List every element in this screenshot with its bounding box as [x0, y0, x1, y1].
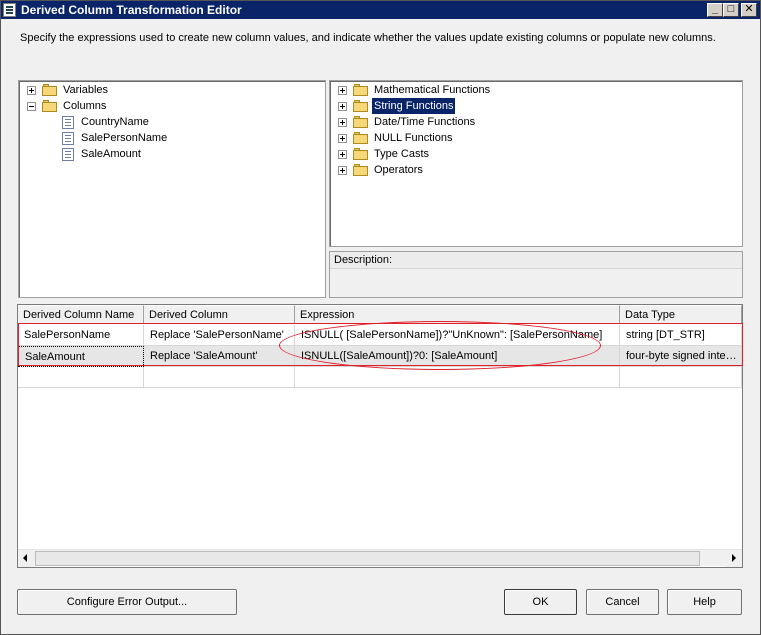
functions-tree[interactable]: Mathematical Functions String Functions …: [329, 80, 743, 247]
cell-expression[interactable]: ISNULL( [SalePersonName])?"UnKnown": [Sa…: [295, 325, 620, 346]
cell-derived-column[interactable]: [144, 367, 295, 388]
folder-icon: [353, 132, 369, 144]
folder-icon: [353, 84, 369, 96]
column-icon: [62, 132, 74, 145]
cell-derived-column-name[interactable]: SalePersonName: [18, 325, 144, 346]
folder-icon: [353, 116, 369, 128]
table-row[interactable]: SaleAmount Replace 'SaleAmount' ISNULL([…: [18, 346, 742, 367]
expand-icon[interactable]: [338, 102, 347, 111]
column-header-derived-column-name[interactable]: Derived Column Name: [18, 305, 144, 324]
cell-derived-column-name[interactable]: SaleAmount: [18, 346, 144, 367]
tree-item-label: Date/Time Functions: [374, 116, 476, 128]
expand-icon[interactable]: [338, 134, 347, 143]
configure-error-output-button[interactable]: Configure Error Output...: [17, 589, 237, 615]
scroll-thumb[interactable]: [35, 551, 700, 566]
grid-header: Derived Column Name Derived Column Expre…: [18, 305, 742, 324]
derived-columns-grid[interactable]: Derived Column Name Derived Column Expre…: [17, 304, 743, 568]
expand-icon[interactable]: [338, 118, 347, 127]
column-header-derived-column[interactable]: Derived Column: [144, 305, 295, 324]
cell-derived-column[interactable]: Replace 'SalePersonName': [144, 325, 295, 346]
cell-data-type[interactable]: [620, 367, 742, 388]
folder-icon: [353, 148, 369, 160]
expand-icon[interactable]: [27, 86, 36, 95]
cell-data-type[interactable]: four-byte signed integer [DT_I4]: [620, 346, 742, 367]
horizontal-scrollbar[interactable]: [18, 549, 742, 567]
table-row-new[interactable]: [18, 367, 742, 388]
tree-item-label: SalePersonName: [81, 132, 168, 144]
cell-expression[interactable]: ISNULL([SaleAmount])?0: [SaleAmount]: [295, 346, 620, 367]
instructions-text: Specify the expressions used to create n…: [20, 32, 716, 44]
column-icon: [62, 148, 74, 161]
folder-icon: [42, 100, 58, 112]
description-label: Description:: [330, 252, 742, 269]
cell-expression[interactable]: [295, 367, 620, 388]
title-bar[interactable]: Derived Column Transformation Editor _ □…: [1, 1, 760, 19]
cancel-button[interactable]: Cancel: [586, 589, 659, 615]
folder-icon: [353, 164, 369, 176]
tree-item-label: Operators: [374, 164, 423, 176]
cell-derived-column[interactable]: Replace 'SaleAmount': [144, 346, 295, 367]
tree-item-label-selected: String Functions: [372, 98, 456, 114]
tree-item-label: Type Casts: [374, 148, 430, 160]
maximize-button[interactable]: □: [723, 3, 739, 17]
description-panel: Description:: [329, 251, 743, 298]
derived-column-editor-window: Derived Column Transformation Editor _ □…: [0, 0, 761, 635]
tree-item-label: CountryName: [81, 116, 149, 128]
cell-data-type[interactable]: string [DT_STR]: [620, 325, 742, 346]
tree-item-label: Columns: [63, 100, 107, 112]
close-button[interactable]: ✕: [741, 3, 757, 17]
scroll-left-icon[interactable]: [18, 550, 35, 567]
folder-icon: [42, 84, 58, 96]
ok-button[interactable]: OK: [504, 589, 577, 615]
tree-item-label: Mathematical Functions: [374, 84, 491, 96]
expand-icon[interactable]: [338, 166, 347, 175]
expand-icon[interactable]: [338, 150, 347, 159]
tree-item-label: SaleAmount: [81, 148, 141, 160]
window-title: Derived Column Transformation Editor: [21, 3, 242, 17]
expand-icon[interactable]: [338, 86, 347, 95]
tree-item-label: NULL Functions: [374, 132, 453, 144]
table-row[interactable]: SalePersonName Replace 'SalePersonName' …: [18, 325, 742, 346]
column-header-expression[interactable]: Expression: [295, 305, 620, 324]
minimize-button[interactable]: _: [707, 3, 723, 17]
app-icon: [3, 3, 16, 17]
collapse-icon[interactable]: [27, 102, 36, 111]
column-icon: [62, 116, 74, 129]
column-header-data-type[interactable]: Data Type: [620, 305, 742, 324]
scroll-right-icon[interactable]: [725, 550, 742, 567]
input-columns-tree[interactable]: Variables Columns CountryName SalePerson…: [18, 80, 326, 298]
cell-derived-column-name[interactable]: [18, 367, 144, 388]
help-button[interactable]: Help: [667, 589, 742, 615]
folder-icon: [353, 100, 369, 112]
tree-item-label: Variables: [63, 84, 109, 96]
